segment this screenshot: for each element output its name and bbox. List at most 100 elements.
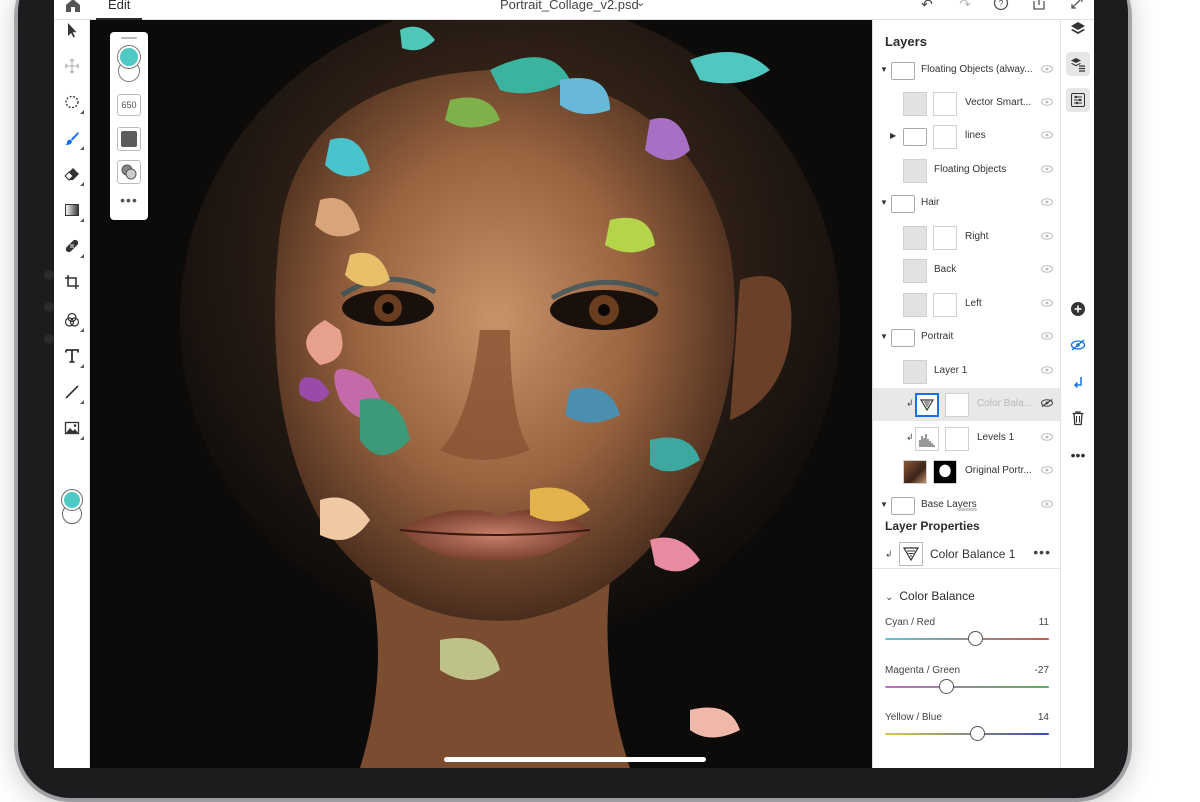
lasso-select-icon[interactable] <box>62 92 84 114</box>
more-options-icon[interactable]: ••• <box>1033 544 1051 560</box>
eye-icon[interactable] <box>1041 466 1053 474</box>
layer-row[interactable]: ▼ Portrait <box>873 321 1061 354</box>
eye-icon[interactable] <box>1041 165 1053 173</box>
chevron-down-icon[interactable]: ⌄ <box>636 0 645 9</box>
brush-color-swatch[interactable] <box>118 46 140 68</box>
slider-track[interactable] <box>885 686 1049 688</box>
more-options-icon[interactable]: ••• <box>117 192 141 208</box>
brush-options-panel: 650 ••• <box>110 32 148 220</box>
layers-list-icon[interactable] <box>1066 52 1090 76</box>
foreground-color[interactable] <box>62 490 82 510</box>
slider-track[interactable] <box>885 638 1049 640</box>
layer-row[interactable]: Back <box>873 254 1061 287</box>
layer-name: Right <box>965 231 989 242</box>
slider-label: Magenta / Green <box>885 665 961 676</box>
layer-row[interactable]: Right <box>873 221 1061 254</box>
svg-text:?: ? <box>998 0 1003 9</box>
clip-arrow-icon: ↲ <box>906 398 914 408</box>
redo-icon[interactable]: ↷ <box>956 0 974 13</box>
clip-to-layer-icon[interactable] <box>1066 370 1090 394</box>
eye-icon[interactable] <box>1041 299 1053 307</box>
healing-tool-icon[interactable] <box>62 236 84 258</box>
layer-row[interactable]: Vector Smart... <box>873 87 1061 120</box>
color-swatch[interactable] <box>60 490 84 530</box>
layer-mask-thumbnail <box>933 293 957 317</box>
slider-value[interactable]: -27 <box>1035 665 1049 676</box>
slider-label: Cyan / Red <box>885 617 936 628</box>
expand-caret-icon[interactable]: ▼ <box>880 500 888 509</box>
slider-knob[interactable] <box>969 726 985 741</box>
undo-icon[interactable]: ↶ <box>918 0 936 13</box>
folder-icon <box>891 497 915 515</box>
layer-row[interactable]: ▼ Floating Objects (alway... <box>873 54 1061 87</box>
properties-sliders-icon[interactable] <box>1066 88 1090 112</box>
layer-row[interactable]: Layer 1 <box>873 355 1061 388</box>
adjustment-tool-icon[interactable] <box>62 310 84 332</box>
slider-track[interactable] <box>885 733 1049 735</box>
eye-icon[interactable] <box>1041 232 1053 240</box>
crop-tool-icon[interactable] <box>62 272 82 292</box>
eye-icon[interactable] <box>1041 433 1053 441</box>
visibility-toggle-icon[interactable] <box>1066 333 1090 357</box>
slider-knob[interactable] <box>968 631 984 646</box>
adjustment-thumbnail <box>899 542 923 566</box>
canvas[interactable] <box>90 20 872 768</box>
slider-value[interactable]: 14 <box>1038 712 1049 723</box>
move-tool-icon[interactable] <box>62 20 82 40</box>
more-options-icon[interactable]: ••• <box>1066 443 1090 467</box>
eraser-tool-icon[interactable] <box>62 164 84 186</box>
expand-caret-icon[interactable]: ▼ <box>880 332 888 341</box>
brush-blend-icon[interactable] <box>117 160 141 184</box>
type-tool-icon[interactable] <box>62 346 84 368</box>
eye-icon[interactable] <box>1041 98 1053 106</box>
document-title[interactable]: Portrait_Collage_v2.psd <box>500 0 639 12</box>
eye-icon[interactable] <box>1041 265 1053 273</box>
expand-caret-icon[interactable]: ▼ <box>880 198 888 207</box>
magenta-green-slider: Magenta / Green -27 <box>885 665 1049 705</box>
home-indicator[interactable] <box>444 757 706 762</box>
layer-row[interactable]: ▶ lines <box>873 120 1061 153</box>
collapse-caret-icon[interactable]: ▶ <box>890 131 896 140</box>
layer-row[interactable]: ▼ Base Layers <box>873 489 1061 522</box>
eye-hidden-icon[interactable] <box>1041 399 1053 407</box>
drag-handle[interactable] <box>121 37 137 39</box>
layer-row-selected[interactable]: ↲ Color Bala... <box>873 388 1061 421</box>
slider-value[interactable]: 11 <box>1039 617 1049 628</box>
brush-size-field[interactable]: 650 <box>117 94 141 116</box>
transform-tool-icon[interactable] <box>62 56 82 76</box>
color-balance-section[interactable]: ⌄ Color Balance <box>885 589 975 603</box>
line-tool-icon[interactable] <box>62 382 84 404</box>
layer-row[interactable]: ▼ Hair <box>873 187 1061 220</box>
layer-thumbnail <box>903 159 927 183</box>
share-icon[interactable] <box>1030 0 1048 13</box>
eye-icon[interactable] <box>1041 332 1053 340</box>
layer-name: Portrait <box>921 331 954 342</box>
layer-row[interactable]: ↲ Levels 1 <box>873 422 1061 455</box>
layer-name: Original Portr... <box>965 465 1032 476</box>
layer-row[interactable]: Original Portr... <box>873 455 1061 488</box>
brush-opacity-icon[interactable] <box>117 127 141 151</box>
layer-thumbnail <box>903 360 927 384</box>
slider-knob[interactable] <box>938 679 954 694</box>
layers-stack-icon[interactable] <box>1066 16 1090 40</box>
expand-icon[interactable] <box>1068 0 1086 13</box>
eye-icon[interactable] <box>1041 500 1053 508</box>
layer-properties-name: Color Balance 1 <box>930 547 1016 561</box>
brush-tool-icon[interactable] <box>62 128 84 150</box>
home-icon[interactable] <box>64 0 82 14</box>
layer-thumbnail <box>903 293 927 317</box>
layer-row[interactable]: Left <box>873 288 1061 321</box>
eye-icon[interactable] <box>1041 65 1053 73</box>
expand-caret-icon[interactable]: ▼ <box>880 65 888 74</box>
trash-icon[interactable] <box>1066 406 1090 430</box>
add-layer-icon[interactable] <box>1066 297 1090 321</box>
place-image-icon[interactable] <box>62 418 84 440</box>
tab-edit[interactable]: Edit <box>96 0 143 20</box>
eye-icon[interactable] <box>1041 366 1053 374</box>
eye-icon[interactable] <box>1041 198 1053 206</box>
eye-icon[interactable] <box>1041 131 1053 139</box>
help-icon[interactable]: ? <box>992 0 1010 13</box>
layer-row[interactable]: Floating Objects <box>873 154 1061 187</box>
gradient-tool-icon[interactable] <box>62 200 84 222</box>
panel-resize-handle[interactable] <box>957 508 977 511</box>
